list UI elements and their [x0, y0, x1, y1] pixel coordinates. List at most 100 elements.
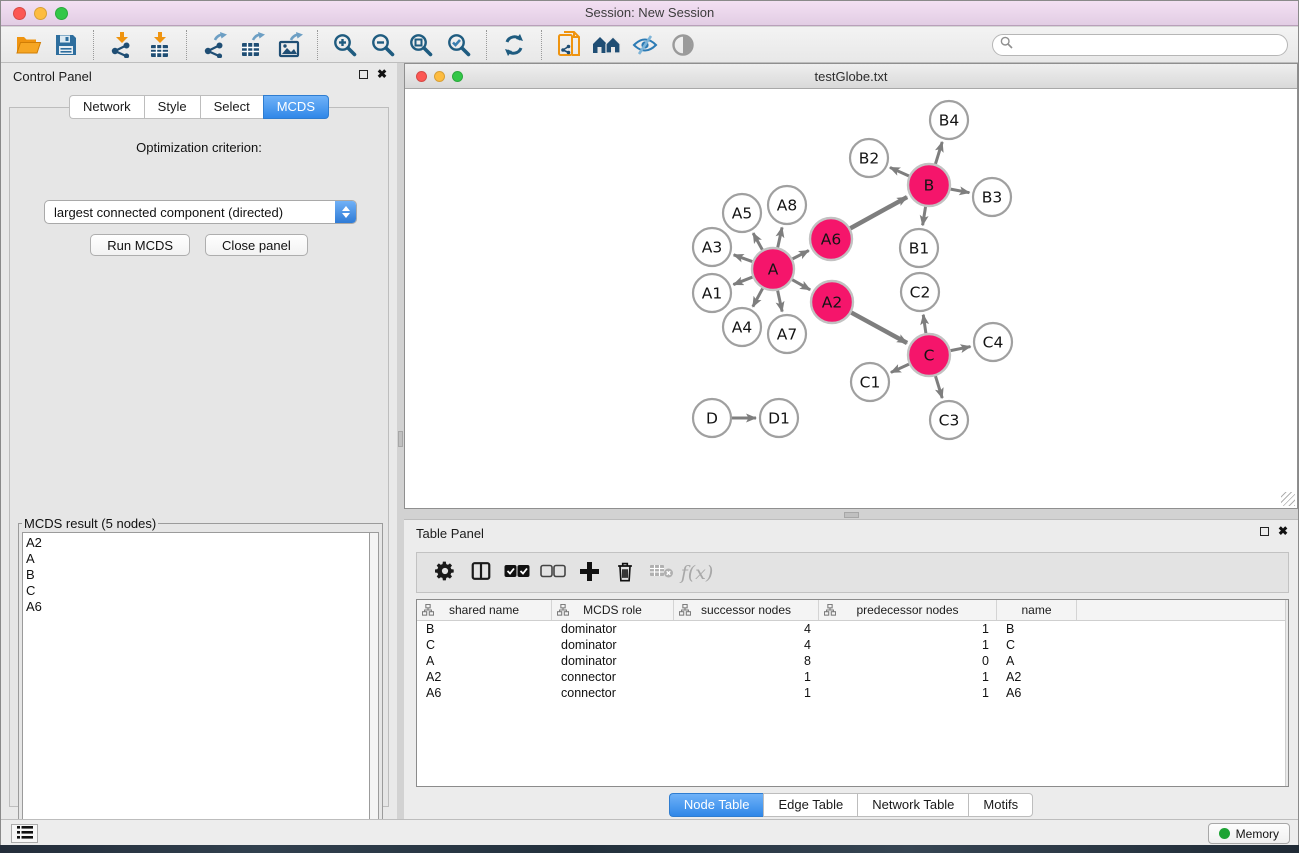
graph-edge-C-C1[interactable] [891, 364, 909, 372]
table-row[interactable]: Adominator80A [417, 653, 1288, 669]
zoom-selected-button[interactable] [440, 30, 478, 60]
tab-edge-table[interactable]: Edge Table [763, 793, 857, 817]
table-cell[interactable]: dominator [552, 653, 674, 669]
close-panel-icon[interactable]: ✖ [1278, 526, 1288, 536]
float-panel-icon[interactable] [1260, 527, 1269, 536]
run-mcds-button[interactable]: Run MCDS [90, 234, 190, 256]
zoom-in-button[interactable] [326, 30, 364, 60]
import-network-button[interactable] [102, 30, 140, 60]
tab-network[interactable]: Network [69, 95, 144, 119]
tab-network-table[interactable]: Network Table [857, 793, 968, 817]
network-canvas[interactable]: B4B2BB3A8A5A6B1A3AA1C2A2A4A7CC4C1C3DD1 [405, 89, 1297, 508]
mcds-result-item[interactable]: A [26, 551, 369, 567]
table-row[interactable]: Bdominator41B [417, 621, 1288, 637]
create-column-button[interactable] [571, 557, 607, 589]
graph-edge-A-A3[interactable] [734, 255, 753, 262]
task-history-button[interactable] [11, 824, 38, 843]
table-row[interactable]: A2connector11A2 [417, 669, 1288, 685]
table-cell[interactable]: A [997, 653, 1077, 669]
column-header-shared-name[interactable]: shared name [417, 600, 552, 620]
delete-columns-button[interactable] [607, 557, 643, 589]
export-image-button[interactable] [271, 30, 309, 60]
table-cell[interactable]: B [997, 621, 1077, 637]
table-cell[interactable]: A2 [997, 669, 1077, 685]
network-overview-button[interactable] [588, 30, 626, 60]
zoom-out-button[interactable] [364, 30, 402, 60]
graph-edge-C-C4[interactable] [951, 347, 971, 351]
hide-graphics-details-button[interactable] [626, 30, 664, 60]
tab-node-table[interactable]: Node Table [669, 793, 764, 817]
graph-edge-A6-B[interactable] [850, 197, 907, 228]
show-graphics-details-button[interactable] [664, 30, 702, 60]
table-cell[interactable]: C [997, 637, 1077, 653]
table-scrollbar[interactable] [1285, 600, 1288, 786]
graph-edge-B-B2[interactable] [890, 167, 909, 176]
table-cell[interactable]: 4 [674, 637, 819, 653]
tab-style[interactable]: Style [144, 95, 200, 119]
table-cell[interactable]: 1 [819, 669, 997, 685]
table-cell[interactable]: B [417, 621, 552, 637]
table-cell[interactable]: 8 [674, 653, 819, 669]
refresh-button[interactable] [495, 30, 533, 60]
float-panel-icon[interactable] [359, 70, 368, 79]
horizontal-splitter[interactable] [404, 509, 1298, 520]
splitter-grip[interactable] [844, 512, 859, 518]
table-cell[interactable]: 0 [819, 653, 997, 669]
select-all-columns-button[interactable] [499, 557, 535, 589]
table-cell[interactable]: connector [552, 669, 674, 685]
table-cell[interactable]: 4 [674, 621, 819, 637]
close-panel-icon[interactable]: ✖ [377, 69, 387, 79]
table-cell[interactable]: dominator [552, 637, 674, 653]
table-cell[interactable]: A6 [997, 685, 1077, 701]
optimization-criterion-select[interactable]: largest connected component (directed) [44, 200, 357, 224]
search-field[interactable] [992, 34, 1288, 56]
window-resize-grip[interactable] [1281, 492, 1295, 506]
function-builder-button[interactable]: f(x) [679, 557, 715, 589]
column-header-successor-nodes[interactable]: successor nodes [674, 600, 819, 620]
graph-edge-C-C2[interactable] [923, 315, 926, 333]
mcds-result-list[interactable]: A2ABCA6 [22, 532, 369, 850]
table-cell[interactable]: 1 [819, 621, 997, 637]
graph-edge-A-A4[interactable] [753, 288, 763, 306]
graph-edge-A-A8[interactable] [778, 227, 782, 247]
table-cell[interactable]: 1 [674, 669, 819, 685]
table-cell[interactable]: dominator [552, 621, 674, 637]
graph-edge-B-B4[interactable] [935, 142, 942, 164]
memory-button[interactable]: Memory [1208, 823, 1290, 844]
table-cell[interactable]: 1 [674, 685, 819, 701]
table-cell[interactable]: connector [552, 685, 674, 701]
column-header-MCDS-role[interactable]: MCDS role [552, 600, 674, 620]
graph-edge-A-A1[interactable] [733, 277, 752, 285]
unselect-all-columns-button[interactable] [535, 557, 571, 589]
graph-edge-C-C3[interactable] [935, 376, 942, 398]
duplicate-network-button[interactable] [550, 30, 588, 60]
graph-edge-A-A6[interactable] [793, 250, 809, 258]
mcds-result-item[interactable]: A6 [26, 599, 369, 615]
column-header-name[interactable]: name [997, 600, 1077, 620]
export-table-button[interactable] [233, 30, 271, 60]
tab-mcds[interactable]: MCDS [263, 95, 329, 119]
table-settings-button[interactable] [427, 557, 463, 589]
graph-edge-A2-C[interactable] [851, 313, 907, 343]
table-cell[interactable]: C [417, 637, 552, 653]
splitter-grip[interactable] [398, 431, 403, 447]
graph-edge-B-B1[interactable] [923, 207, 926, 226]
search-input[interactable] [1017, 36, 1287, 54]
table-cell[interactable]: A [417, 653, 552, 669]
table-row[interactable]: Cdominator41C [417, 637, 1288, 653]
table-cell[interactable]: A6 [417, 685, 552, 701]
import-table-button[interactable] [140, 30, 178, 60]
open-session-button[interactable] [9, 30, 47, 60]
export-network-button[interactable] [195, 30, 233, 60]
zoom-fit-button[interactable] [402, 30, 440, 60]
table-cell[interactable]: 1 [819, 685, 997, 701]
column-header-predecessor-nodes[interactable]: predecessor nodes [819, 600, 997, 620]
save-session-button[interactable] [47, 30, 85, 60]
graph-edge-A-A2[interactable] [792, 280, 810, 290]
tab-motifs[interactable]: Motifs [968, 793, 1033, 817]
show-columns-button[interactable] [463, 557, 499, 589]
table-cell[interactable]: 1 [819, 637, 997, 653]
delete-table-button[interactable] [643, 557, 679, 589]
table-cell[interactable]: A2 [417, 669, 552, 685]
mcds-result-item[interactable]: B [26, 567, 369, 583]
